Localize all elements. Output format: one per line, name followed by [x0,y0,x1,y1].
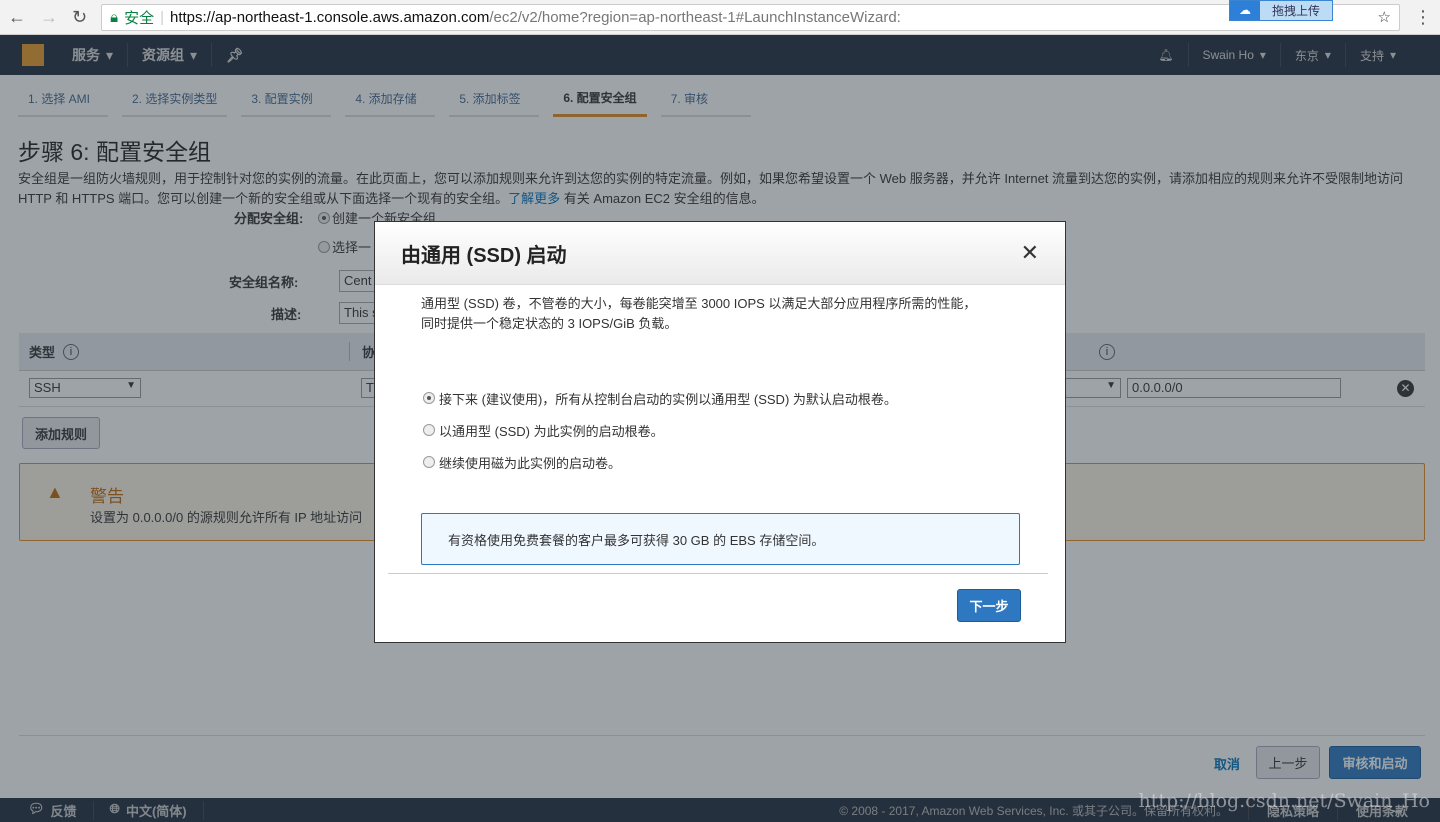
menu-icon[interactable]: ⋮ [1414,7,1432,28]
watermark: http://blog.csdn.net/Swain_Ho [1138,790,1430,812]
close-icon[interactable]: ✕ [1021,240,1039,266]
modal-title: 由通用 (SSD) 启动 [401,244,567,267]
url-host: https://ap-northeast-1.console.aws.amazo… [170,8,490,26]
modal-header: 由通用 (SSD) 启动 ✕ [375,222,1065,285]
option-label: 接下来 (建议使用)，所有从控制台启动的实例以通用型 (SSD) 为默认启动根卷… [439,391,897,407]
modal-description-line-2: 同时提供一个稳定状态的 3 IOPS/GiB 负载。 [421,316,678,331]
ssd-boot-modal: 由通用 (SSD) 启动 ✕ 通用型 (SSD) 卷，不管卷的大小，每卷能突增至… [374,221,1066,643]
secure-label: 安全 [124,9,155,27]
back-icon[interactable]: ← [8,7,26,28]
option-label: 继续使用磁为此实例的启动卷。 [439,455,622,471]
forward-icon[interactable]: → [40,7,58,28]
star-icon[interactable]: ☆ [1378,8,1391,26]
option-ssd-this-instance[interactable]: 以通用型 (SSD) 为此实例的启动根卷。 [423,414,1065,446]
option-default-ssd[interactable]: 接下来 (建议使用)，所有从控制台启动的实例以通用型 (SSD) 为默认启动根卷… [423,382,1065,414]
boot-volume-options: 接下来 (建议使用)，所有从控制台启动的实例以通用型 (SSD) 为默认启动根卷… [423,382,1065,478]
radio-icon [423,392,435,404]
modal-description: 通用型 (SSD) 卷，不管卷的大小，每卷能突增至 3000 IOPS 以满足大… [421,294,1019,334]
radio-icon [423,424,435,436]
modal-description-line-1: 通用型 (SSD) 卷，不管卷的大小，每卷能突增至 3000 IOPS 以满足大… [421,296,977,311]
address-separator: | [160,8,164,26]
option-magnetic[interactable]: 继续使用磁为此实例的启动卷。 [423,446,1065,478]
free-tier-info: 有资格使用免费套餐的客户最多可获得 30 GB 的 EBS 存储空间。 [421,513,1020,565]
upload-label: 拖拽上传 [1271,4,1320,18]
url-path: /ec2/v2/home?region=ap-northeast-1#Launc… [489,8,901,26]
address-bar[interactable]: 🔒︎ 安全 | https://ap-northeast-1.console.a… [101,3,1400,31]
upload-extension[interactable]: ☁ 拖拽上传 [1229,0,1333,21]
lock-icon: 🔒︎ [110,8,119,26]
url: https://ap-northeast-1.console.aws.amazo… [170,9,901,26]
browser-toolbar: ← → ↻ 🔒︎ 安全 | https://ap-northeast-1.con… [0,0,1440,35]
cloud-icon: ☁ [1230,1,1260,20]
modal-divider [388,573,1048,574]
reload-icon[interactable]: ↻ [72,7,87,28]
option-label: 以通用型 (SSD) 为此实例的启动根卷。 [439,423,664,439]
radio-icon [423,456,435,468]
next-button[interactable]: 下一步 [957,589,1021,622]
